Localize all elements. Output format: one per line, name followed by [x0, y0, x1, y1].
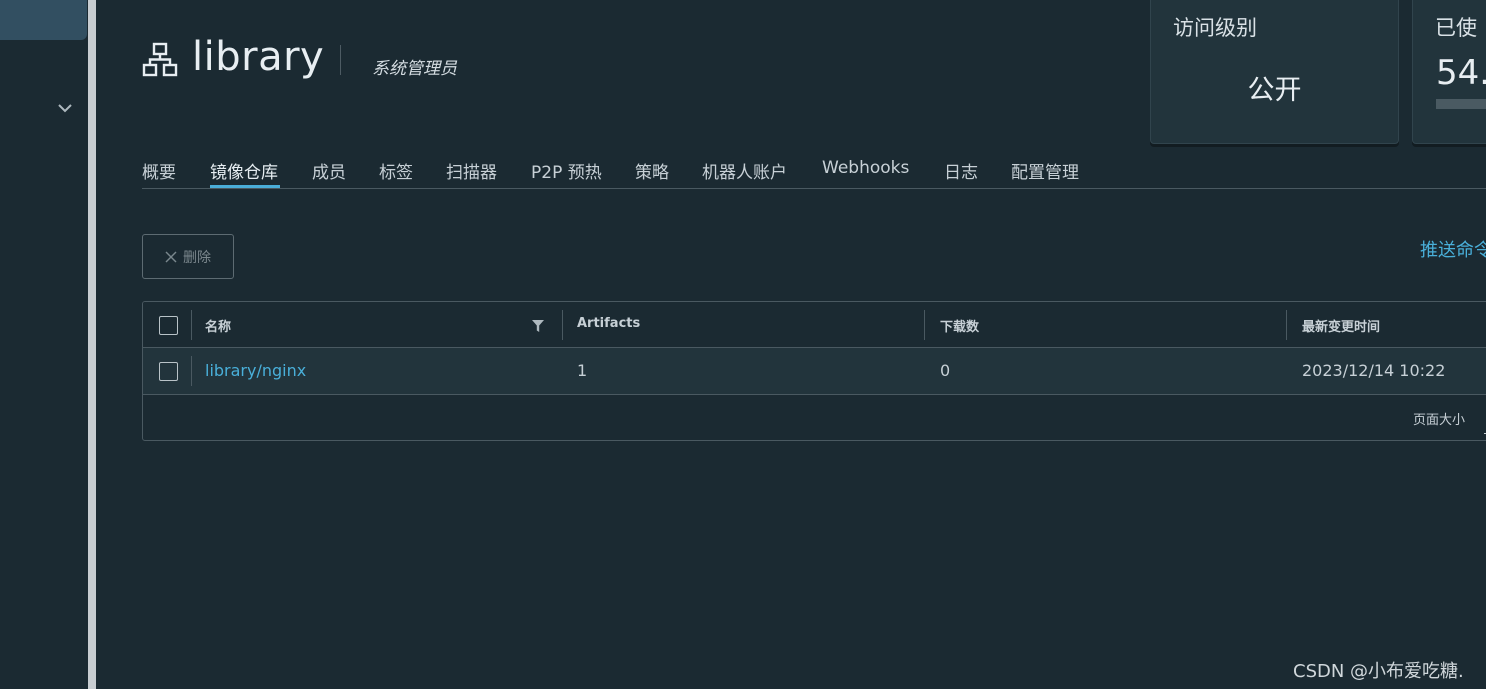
harbor-project-page: library 系统管理员 访问级别 公开 已使 54. 概要 镜像仓库 成员 …: [0, 0, 1486, 689]
tab-policy[interactable]: 策略: [635, 158, 669, 183]
column-separator: [191, 310, 192, 340]
tab-webhooks[interactable]: Webhooks: [822, 158, 909, 178]
column-header-artifacts[interactable]: Artifacts: [577, 316, 640, 331]
delete-button-label: 删除: [183, 249, 211, 266]
sidebar-divider[interactable]: [88, 0, 96, 689]
access-level-card: 访问级别 公开: [1150, 0, 1399, 144]
column-separator[interactable]: [924, 310, 925, 340]
watermark: CSDN @小布爱吃糖.: [1293, 661, 1464, 682]
table-row[interactable]: library/nginx 1 0 2023/12/14 10:22: [143, 348, 1486, 395]
datagrid-header: 名称 Artifacts 下载数 最新变更时间: [143, 302, 1486, 348]
quota-label: 已使: [1435, 16, 1477, 40]
tab-robot-accounts[interactable]: 机器人账户: [702, 158, 787, 183]
quota-card: 已使 54.: [1412, 0, 1486, 144]
push-command-link[interactable]: 推送命令: [1420, 236, 1486, 262]
left-sidebar: [0, 0, 88, 689]
access-level-value: 公开: [1247, 75, 1302, 106]
tab-p2p-preheat[interactable]: P2P 预热: [531, 158, 602, 183]
delete-button[interactable]: 删除: [142, 234, 234, 279]
page-size-label: 页面大小: [1413, 413, 1466, 428]
project-tabs: 概要 镜像仓库 成员 标签 扫描器 P2P 预热 策略 机器人账户 Webhoo…: [142, 156, 1486, 189]
updated-time: 2023/12/14 10:22: [1302, 361, 1446, 380]
download-count: 0: [940, 361, 951, 380]
user-role: 系统管理员: [372, 59, 457, 79]
tab-summary[interactable]: 概要: [142, 158, 176, 183]
tab-logs[interactable]: 日志: [944, 158, 978, 183]
quota-value: 54.: [1436, 53, 1486, 93]
title-divider: [340, 45, 341, 75]
repository-name-link[interactable]: library/nginx: [205, 361, 306, 380]
sidebar-active-item[interactable]: [0, 0, 87, 40]
datagrid-footer: 页面大小: [143, 395, 1486, 440]
row-checkbox[interactable]: [159, 362, 178, 381]
column-separator[interactable]: [562, 310, 563, 340]
column-header-downloads[interactable]: 下载数: [940, 316, 979, 335]
column-separator: [191, 356, 192, 386]
tab-repositories[interactable]: 镜像仓库: [210, 158, 278, 183]
artifacts-count: 1: [577, 361, 588, 380]
page-title: library: [192, 34, 325, 80]
tab-members[interactable]: 成员: [312, 158, 346, 183]
chevron-down-icon[interactable]: [56, 100, 74, 116]
column-header-updated-time[interactable]: 最新变更时间: [1302, 316, 1380, 335]
filter-icon[interactable]: [532, 320, 544, 332]
tab-scanner[interactable]: 扫描器: [446, 158, 497, 183]
tab-labels[interactable]: 标签: [379, 158, 413, 183]
repository-datagrid: 名称 Artifacts 下载数 最新变更时间 library/nginx 1 …: [142, 301, 1486, 441]
project-icon: [142, 42, 178, 77]
access-level-label: 访问级别: [1173, 16, 1257, 40]
close-icon: [165, 251, 177, 262]
active-tab-indicator: [210, 185, 280, 188]
quota-progress-bar: [1436, 99, 1486, 109]
column-separator[interactable]: [1286, 310, 1287, 340]
select-all-checkbox[interactable]: [159, 316, 178, 335]
tab-configuration[interactable]: 配置管理: [1011, 158, 1079, 183]
column-header-name[interactable]: 名称: [205, 316, 231, 335]
